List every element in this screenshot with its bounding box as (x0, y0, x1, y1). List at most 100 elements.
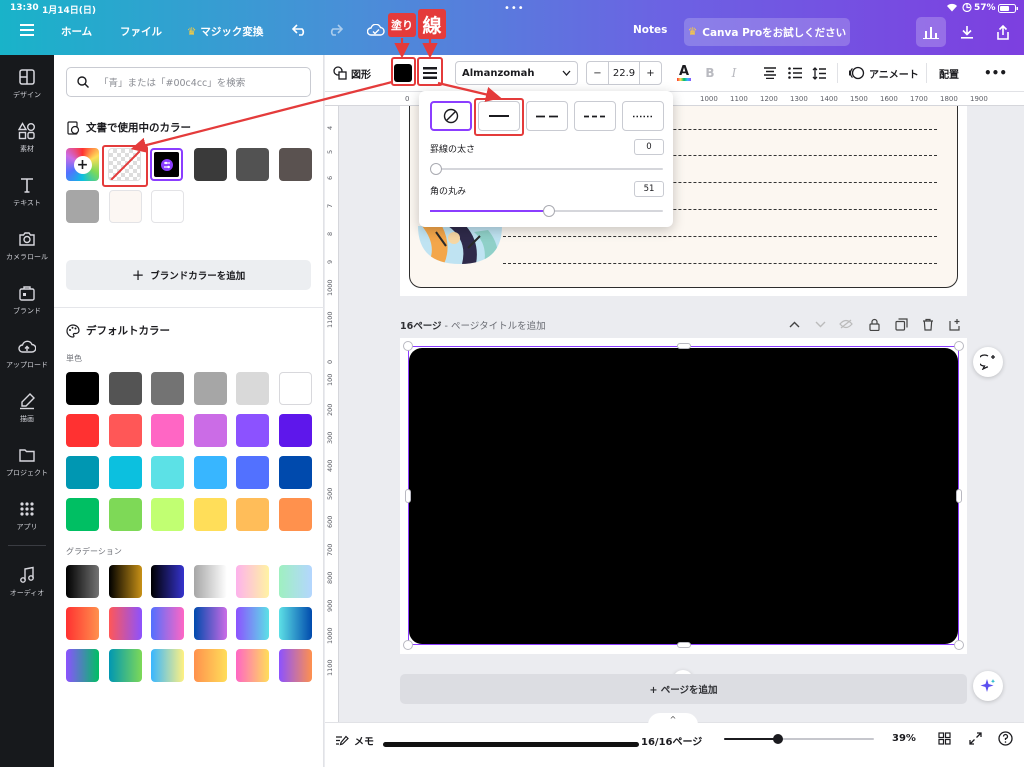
position-button[interactable]: 配置 (939, 61, 959, 85)
resize-handle-right[interactable] (956, 489, 962, 503)
color-swatch[interactable] (151, 372, 185, 405)
border-dotted-option[interactable] (622, 101, 664, 131)
color-swatch[interactable] (279, 498, 312, 531)
color-swatch[interactable] (279, 414, 312, 447)
border-none-option[interactable] (430, 101, 472, 131)
comment-add-icon[interactable] (973, 347, 1003, 377)
chevron-down-icon[interactable] (812, 316, 828, 332)
magic-switch-button[interactable]: ♛ マジック変換 (187, 24, 263, 39)
help-icon[interactable] (998, 731, 1013, 746)
rail-item-design[interactable]: デザイン (0, 64, 54, 112)
color-search-input[interactable]: 「青」または「#00c4cc」を検索 (66, 67, 311, 97)
color-swatch[interactable] (193, 372, 227, 405)
gradient-swatch[interactable] (193, 607, 227, 640)
zoom-percent[interactable]: 39% (892, 733, 916, 744)
gradient-swatch[interactable] (66, 607, 99, 640)
border-width-slider-knob[interactable] (430, 163, 442, 175)
hide-page-icon[interactable] (838, 316, 854, 332)
doc-color-swatch[interactable] (108, 190, 142, 223)
chevron-up-icon[interactable]: ^ (648, 713, 698, 725)
rail-item-brand[interactable]: ブランド (0, 280, 54, 328)
share-icon[interactable] (988, 17, 1018, 47)
rail-item-apps[interactable]: アプリ (0, 496, 54, 544)
add-brand-color-button[interactable]: + ブランドカラーを追加 (66, 260, 311, 290)
resize-handle-corner[interactable] (403, 341, 413, 351)
page-title-row[interactable]: 16ページ - ページタイトルを追加 (400, 318, 546, 332)
doc-color-swatch[interactable] (66, 190, 99, 223)
canva-pro-trial-button[interactable]: ♛ Canva Proをお試しください (684, 18, 850, 46)
add-custom-color-button[interactable]: + (66, 148, 99, 181)
color-swatch[interactable] (236, 372, 270, 405)
gradient-swatch[interactable] (108, 607, 142, 640)
gradient-swatch[interactable] (279, 565, 312, 598)
color-swatch[interactable] (66, 498, 99, 531)
memo-button[interactable]: メモ (335, 733, 374, 748)
gradient-swatch[interactable] (151, 565, 185, 598)
color-swatch[interactable] (151, 456, 185, 489)
grid-view-icon[interactable] (938, 732, 951, 745)
home-button[interactable]: ホーム (61, 24, 92, 39)
color-swatch[interactable] (279, 372, 312, 405)
gradient-swatch[interactable] (108, 565, 142, 598)
gradient-swatch[interactable] (108, 649, 142, 682)
resize-handle-corner[interactable] (403, 640, 413, 650)
bullet-list-icon[interactable] (787, 61, 803, 85)
add-page-icon[interactable] (947, 316, 963, 332)
resize-handle-top[interactable] (677, 343, 691, 349)
color-swatch[interactable] (66, 372, 99, 405)
border-width-input[interactable]: 0 (634, 139, 664, 155)
doc-color-swatch[interactable] (193, 148, 227, 181)
chevron-up-icon[interactable] (786, 316, 802, 332)
doc-color-swatch[interactable] (151, 190, 185, 223)
zoom-slider[interactable] (724, 734, 874, 744)
doc-color-swatch[interactable] (236, 148, 270, 181)
undo-icon[interactable] (290, 20, 310, 40)
selected-black-swatch[interactable] (150, 148, 183, 181)
file-menu-button[interactable]: ファイル (120, 24, 162, 39)
color-swatch[interactable] (108, 456, 142, 489)
animate-button[interactable]: アニメート (849, 61, 919, 85)
notes-button[interactable]: Notes (633, 24, 667, 36)
gradient-swatch[interactable] (236, 649, 270, 682)
delete-page-icon[interactable] (920, 316, 936, 332)
redo-icon[interactable] (325, 20, 345, 40)
border-long-dash-option[interactable] (526, 101, 568, 131)
gradient-swatch[interactable] (151, 649, 185, 682)
download-icon[interactable] (952, 17, 982, 47)
lock-icon[interactable] (866, 316, 882, 332)
zoom-slider-knob[interactable] (773, 734, 783, 744)
font-size-input[interactable]: 22.9 (609, 62, 639, 84)
doc-color-swatch[interactable] (279, 148, 312, 181)
gradient-swatch[interactable] (279, 649, 312, 682)
rail-item-audio[interactable]: オーディオ (0, 562, 54, 610)
gradient-swatch[interactable] (236, 565, 270, 598)
page-counter[interactable]: 16/16ページ (641, 733, 702, 748)
align-center-icon[interactable] (762, 61, 778, 85)
rail-item-draw[interactable]: 描画 (0, 388, 54, 436)
color-swatch[interactable] (151, 414, 185, 447)
hamburger-icon[interactable] (17, 20, 37, 40)
italic-button[interactable]: I (726, 61, 742, 85)
color-swatch[interactable] (193, 498, 227, 531)
gradient-swatch[interactable] (279, 607, 312, 640)
color-swatch[interactable] (236, 414, 270, 447)
add-page-title-link[interactable]: - ページタイトルを追加 (442, 321, 546, 332)
gradient-swatch[interactable] (193, 565, 227, 598)
line-spacing-icon[interactable] (811, 61, 827, 85)
font-family-select[interactable]: Almanzomah (455, 61, 578, 85)
color-swatch[interactable] (236, 456, 270, 489)
font-size-increase-button[interactable]: + (639, 62, 661, 84)
resize-handle-corner[interactable] (954, 640, 964, 650)
rail-item-text[interactable]: テキスト (0, 172, 54, 220)
color-swatch[interactable] (193, 456, 227, 489)
duplicate-page-icon[interactable] (893, 316, 909, 332)
gradient-swatch[interactable] (236, 607, 270, 640)
illustration-image[interactable] (418, 226, 502, 264)
color-swatch[interactable] (151, 498, 185, 531)
corner-radius-slider-knob[interactable] (542, 205, 555, 217)
corner-radius-slider[interactable] (430, 205, 663, 217)
shape-button[interactable]: 図形 (333, 61, 371, 85)
gradient-swatch[interactable] (66, 649, 99, 682)
gradient-swatch[interactable] (151, 607, 185, 640)
insights-chart-icon[interactable] (916, 17, 946, 47)
